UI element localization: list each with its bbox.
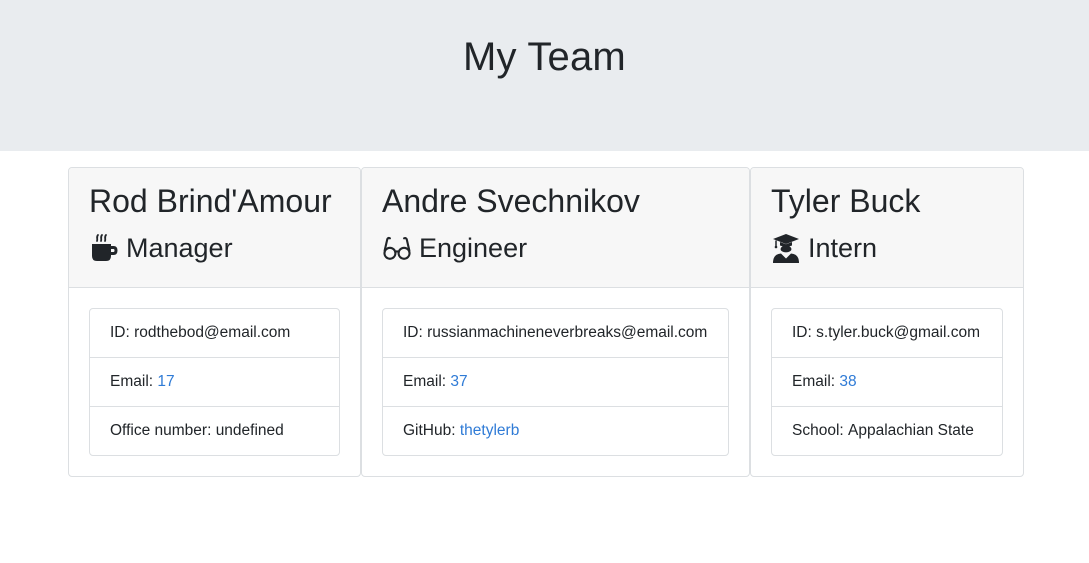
employee-role: Intern bbox=[771, 231, 877, 265]
id-label: ID: bbox=[792, 324, 812, 341]
employee-role: Manager bbox=[89, 231, 233, 265]
employee-role-label: Intern bbox=[808, 233, 878, 263]
employee-email-row: Email: 37 bbox=[383, 358, 728, 407]
graduate-icon bbox=[771, 233, 801, 263]
github-link[interactable]: thetylerb bbox=[460, 422, 519, 440]
page-header: My Team bbox=[0, 0, 1089, 151]
employee-role-label: Engineer bbox=[419, 233, 528, 263]
coffee-mug-icon bbox=[89, 233, 119, 263]
employee-email-row: Email: 17 bbox=[90, 358, 339, 407]
github-label: GitHub: bbox=[403, 422, 456, 439]
employee-card-intern: Tyler Buck Intern ID: s.tyler.buck@gmail… bbox=[750, 167, 1024, 477]
employee-id-row: ID: s.tyler.buck@gmail.com bbox=[772, 309, 1002, 358]
id-value: s.tyler.buck@gmail.com bbox=[816, 324, 981, 341]
email-label: Email: bbox=[792, 373, 836, 390]
card-header: Tyler Buck Intern bbox=[751, 168, 1023, 288]
card-header: Andre Svechnikov Engineer bbox=[362, 168, 749, 288]
employee-email-row: Email: 38 bbox=[772, 358, 1002, 407]
employee-github-row: GitHub: thetylerb bbox=[383, 407, 728, 455]
email-label: Email: bbox=[403, 373, 447, 390]
office-label: Office number: bbox=[110, 422, 212, 439]
card-header: Rod Brind'Amour Manager bbox=[69, 168, 360, 288]
glasses-icon bbox=[382, 233, 412, 263]
employee-details: ID: rodthebod@email.com Email: 17 Office… bbox=[89, 308, 340, 456]
office-value: undefined bbox=[215, 422, 284, 439]
employee-name: Rod Brind'Amour bbox=[89, 183, 332, 219]
id-label: ID: bbox=[403, 324, 423, 341]
employee-card-manager: Rod Brind'Amour Manager ID: rodthebod@em… bbox=[68, 167, 361, 477]
school-label: School: bbox=[792, 422, 844, 439]
email-link[interactable]: 37 bbox=[450, 373, 467, 391]
email-link[interactable]: 17 bbox=[157, 373, 174, 391]
id-label: ID: bbox=[110, 324, 130, 341]
page-title: My Team bbox=[463, 35, 626, 79]
employee-office-row: Office number: undefined bbox=[90, 407, 339, 455]
employee-name: Tyler Buck bbox=[771, 183, 921, 219]
employee-name: Andre Svechnikov bbox=[382, 183, 640, 219]
employee-school-row: School: Appalachian State bbox=[772, 407, 1002, 455]
email-label: Email: bbox=[110, 373, 154, 390]
employee-id-row: ID: rodthebod@email.com bbox=[90, 309, 339, 358]
employee-details: ID: russianmachineneverbreaks@email.com … bbox=[382, 308, 729, 456]
employee-details: ID: s.tyler.buck@gmail.com Email: 38 Sch… bbox=[771, 308, 1003, 456]
id-value: rodthebod@email.com bbox=[134, 324, 291, 341]
id-value: russianmachineneverbreaks@email.com bbox=[427, 324, 708, 341]
employee-id-row: ID: russianmachineneverbreaks@email.com bbox=[383, 309, 728, 358]
school-value: Appalachian State bbox=[848, 422, 974, 439]
employee-role-label: Manager bbox=[126, 233, 233, 263]
employee-role: Engineer bbox=[382, 231, 527, 265]
email-link[interactable]: 38 bbox=[839, 373, 856, 391]
employee-card-engineer: Andre Svechnikov Engineer ID: russianmac… bbox=[361, 167, 750, 477]
